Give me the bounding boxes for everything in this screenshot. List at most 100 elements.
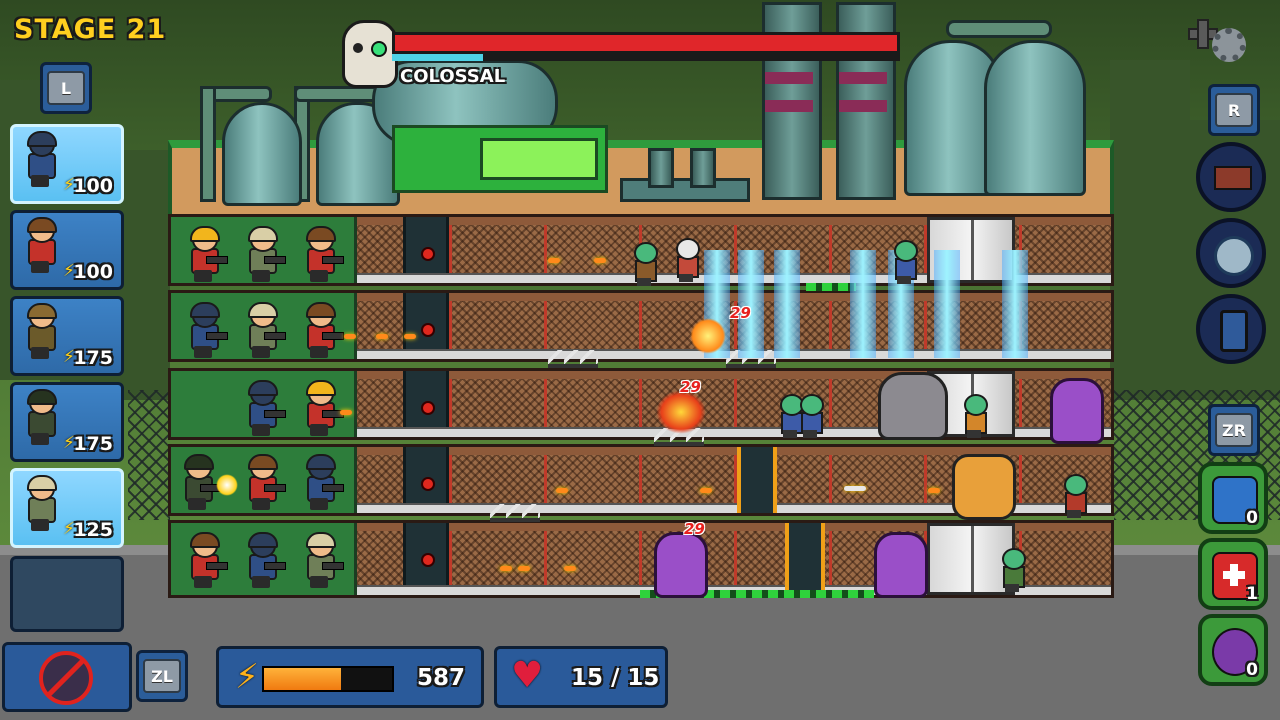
item-medkit[interactable]: 1	[1198, 538, 1268, 610]
spike-trap	[490, 504, 540, 522]
soldier-unit[interactable]	[302, 302, 344, 358]
bullet-projectile	[340, 410, 352, 415]
zombie-enemy	[1060, 474, 1088, 518]
energy-value: 587	[417, 665, 466, 691]
unit-cost: 100	[73, 175, 113, 197]
turret-ability[interactable]	[1196, 218, 1266, 288]
zl-button-label: ZL	[143, 659, 181, 693]
energy-beam	[934, 250, 960, 358]
roof-storage-tank	[222, 102, 302, 206]
unit-card-medic[interactable]: ⚡ 125	[10, 468, 124, 548]
soldier-unit[interactable]	[302, 380, 344, 436]
soldier-unit[interactable]	[302, 532, 344, 588]
soldier-unit[interactable]	[302, 454, 344, 510]
roof-silo	[984, 40, 1086, 196]
gear-icon[interactable]	[1188, 18, 1254, 72]
soldier-unit[interactable]	[244, 380, 286, 436]
radio-icon	[1220, 310, 1248, 352]
zombie-enemy	[672, 238, 700, 282]
hero-ability-panel[interactable]	[2, 642, 132, 712]
smokestack-stripe	[765, 72, 813, 84]
boss-health-bar	[392, 32, 900, 54]
zr-button[interactable]: ZR	[1208, 404, 1260, 456]
r-button[interactable]: R	[1208, 84, 1260, 136]
lightning-icon: ⚡	[235, 657, 259, 697]
zombie-enemy	[998, 548, 1026, 592]
explosion-effect	[690, 318, 726, 354]
bullet-projectile	[376, 334, 388, 339]
energy-bar	[262, 666, 394, 692]
boss-health-fill	[395, 35, 897, 51]
heart-icon: ♥	[511, 655, 544, 696]
soldier-unit[interactable]	[186, 226, 228, 282]
stage-label: STAGE 21	[14, 14, 167, 45]
r-button-label: R	[1215, 93, 1253, 127]
soldier-unit[interactable]	[244, 454, 286, 510]
brute-enemy	[1050, 378, 1104, 444]
soldier-unit[interactable]	[302, 226, 344, 282]
brute-enemy	[874, 532, 928, 598]
unit-card-commander[interactable]: ⚡ 175	[10, 382, 124, 462]
zl-button[interactable]: ZL	[136, 650, 188, 702]
unit-cost: 100	[73, 261, 113, 283]
smokestack-stripe	[839, 100, 887, 112]
item-virus-bomb[interactable]: 0	[1198, 614, 1268, 686]
l-button[interactable]: L	[40, 62, 92, 114]
smokestack-stripe	[839, 72, 887, 84]
muzzle-flash	[216, 474, 238, 496]
roof-pipe	[946, 20, 1052, 38]
energy-beam	[774, 250, 800, 358]
rocket-projectile	[844, 486, 866, 491]
boss-shield-bar	[392, 54, 900, 61]
empty-unit-slot[interactable]	[10, 556, 124, 632]
bullet-projectile	[564, 566, 576, 571]
spike-trap-ability[interactable]	[1196, 142, 1266, 212]
radio-ability[interactable]	[1196, 294, 1266, 364]
roof-vent-base	[620, 178, 750, 202]
health-panel: ♥ 15 / 15	[494, 646, 668, 708]
soldier-unit[interactable]	[186, 302, 228, 358]
brute-enemy	[654, 532, 708, 598]
item-count: 0	[1246, 660, 1258, 680]
roof-generator-screen	[480, 138, 598, 180]
muscle-enemy	[952, 454, 1016, 520]
unit-cost: 175	[73, 347, 113, 369]
soldier-unit[interactable]	[180, 454, 228, 510]
item-count: 0	[1246, 508, 1258, 528]
unit-card-flamethrower[interactable]: ⚡ 175	[10, 296, 124, 376]
red-lever	[421, 247, 435, 261]
bullet-projectile	[500, 566, 512, 571]
zombie-enemy	[796, 394, 824, 438]
roof-vent	[648, 148, 674, 188]
chain-fence	[128, 390, 170, 520]
soldier-unit[interactable]	[244, 302, 286, 358]
hazard-shaft	[785, 523, 825, 595]
damage-number: 29	[730, 304, 751, 322]
soldier-unit[interactable]	[244, 226, 286, 282]
roof-pipe	[200, 86, 216, 202]
red-lever	[421, 401, 435, 415]
unit-card-rifleman[interactable]: ⚡ 100	[10, 210, 124, 290]
item-count: 1	[1246, 584, 1258, 604]
l-button-label: L	[47, 71, 85, 105]
boss-name: COLOSSAL	[400, 66, 506, 87]
spike-trap	[548, 350, 598, 368]
soldier-unit[interactable]	[244, 532, 286, 588]
unit-cost: 175	[73, 433, 113, 455]
red-lever	[421, 323, 435, 337]
bullet-projectile	[404, 334, 416, 339]
hazard-strip	[806, 283, 856, 291]
health-value: 15 / 15	[571, 665, 660, 691]
red-lever	[421, 553, 435, 567]
unit-card-riot-soldier[interactable]: ⚡ 100	[10, 124, 124, 204]
item-lightning-cards[interactable]: 0	[1198, 462, 1268, 534]
soldier-unit[interactable]	[186, 532, 228, 588]
spike-trap-icon	[1214, 166, 1252, 190]
bullet-projectile	[548, 258, 560, 263]
hero-ability-icon	[39, 651, 93, 705]
explosion-effect	[656, 390, 706, 434]
zombie-enemy	[630, 242, 658, 286]
bullet-projectile	[344, 334, 356, 339]
damage-number: 29	[680, 378, 701, 396]
roof-pipe	[294, 86, 380, 102]
